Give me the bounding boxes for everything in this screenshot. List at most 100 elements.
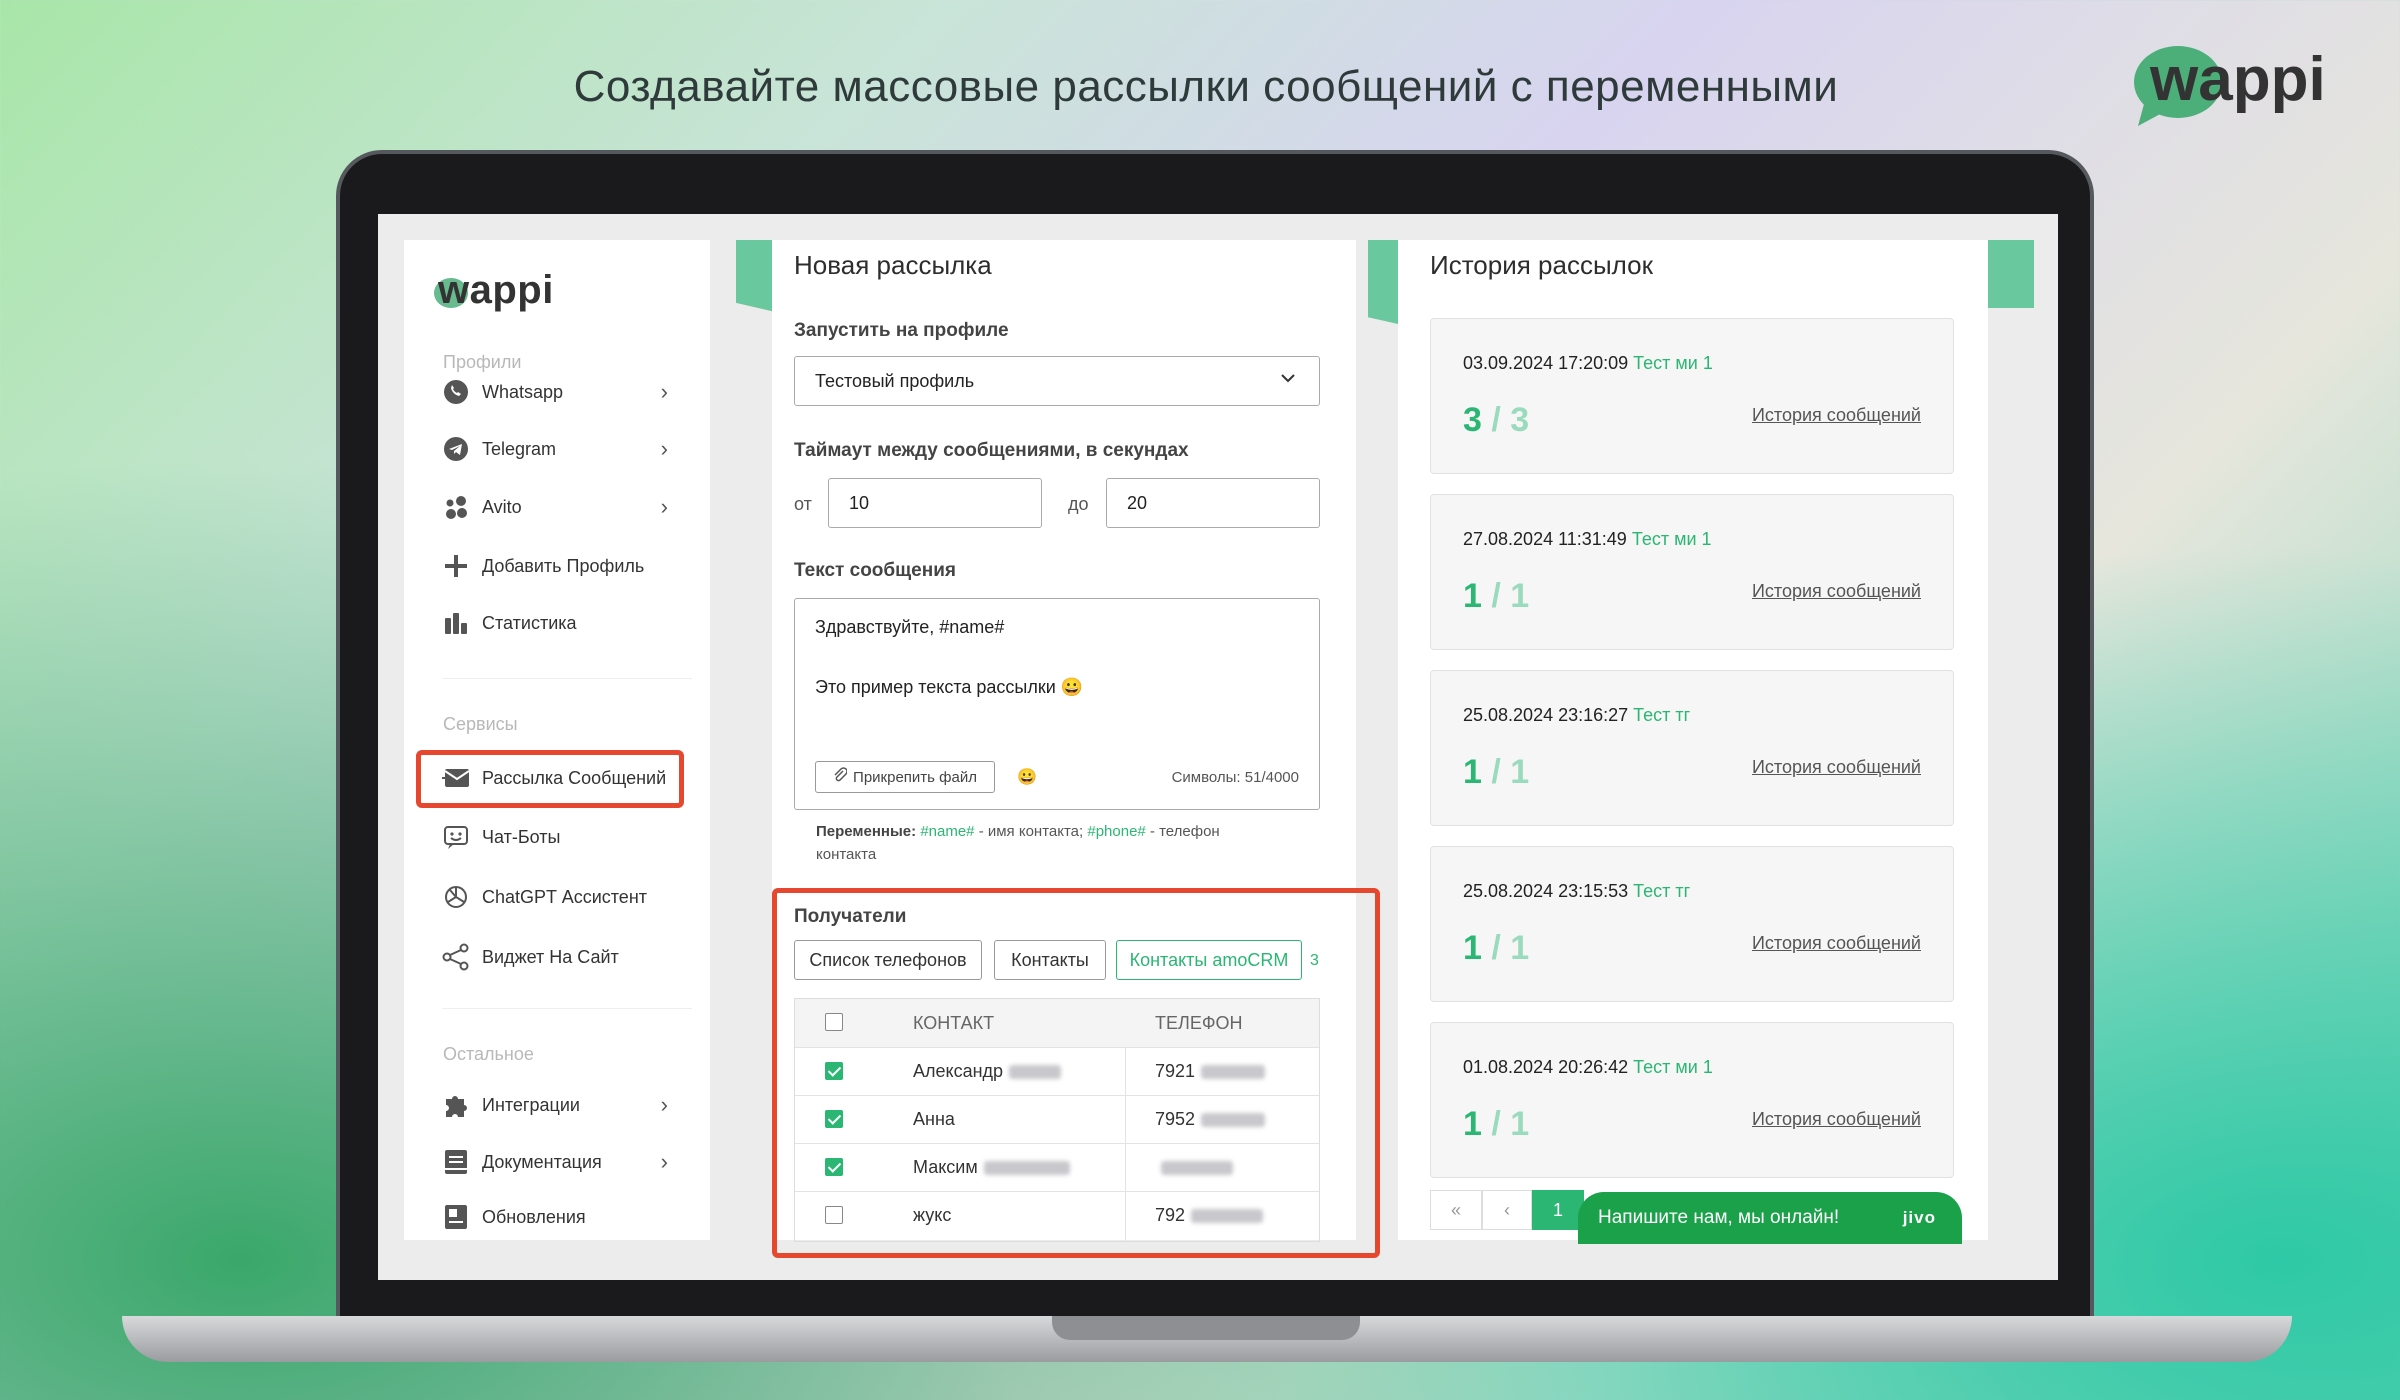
- from-label: от: [794, 494, 812, 514]
- mailing-highlight: [416, 750, 684, 808]
- new-mailing-title: Новая рассылка: [794, 250, 992, 280]
- telegram-icon: [442, 435, 470, 463]
- history-messages-link[interactable]: История сообщений: [1752, 405, 1921, 426]
- divider: [442, 1008, 692, 1009]
- sidebar-item-telegram[interactable]: Telegram ›: [442, 429, 692, 469]
- share-icon: [442, 943, 470, 971]
- variables-note-line2: контакта: [816, 846, 877, 863]
- timeout-to-input[interactable]: 20: [1106, 478, 1320, 528]
- chevron-down-icon: [1279, 369, 1297, 392]
- history-profile[interactable]: Тест тг: [1633, 705, 1690, 725]
- history-date: 03.09.2024 17:20:09 Тест ми 1: [1463, 353, 1713, 373]
- puzzle-icon: [442, 1091, 470, 1119]
- to-label: до: [1068, 494, 1089, 514]
- divider: [442, 678, 692, 679]
- sidebar-item-label: Интеграции: [482, 1094, 580, 1115]
- history-card: 25.08.2024 23:16:27 Тест тг 1 / 1 Истори…: [1430, 670, 1954, 826]
- history-messages-link[interactable]: История сообщений: [1752, 1109, 1921, 1130]
- sidebar-item-label: Документация: [482, 1151, 602, 1172]
- app-logo-text: wappi: [438, 267, 554, 312]
- history-date: 25.08.2024 23:16:27 Тест тг: [1463, 705, 1691, 725]
- sidebar-item-label: Статистика: [482, 612, 577, 633]
- pager-first-button[interactable]: «: [1430, 1190, 1482, 1230]
- timeout-label: Таймаут между сообщениями, в секундах: [794, 440, 1189, 461]
- decor-strip: [1368, 240, 1398, 324]
- history-date: 25.08.2024 23:15:53 Тест тг: [1463, 881, 1691, 901]
- var-phone-desc: - телефон: [1145, 823, 1220, 840]
- sidebar: wappi Профили Whatsapp › Telegram › Avit…: [404, 240, 710, 1240]
- plus-icon: [442, 552, 470, 580]
- book-icon: [442, 1148, 470, 1176]
- history-card: 25.08.2024 23:15:53 Тест тг 1 / 1 Истори…: [1430, 846, 1954, 1002]
- sidebar-item-chatgpt[interactable]: ChatGPT Ассистент: [442, 877, 692, 917]
- sidebar-item-label: Telegram: [482, 438, 557, 459]
- history-profile[interactable]: Тест ми 1: [1632, 529, 1712, 549]
- attach-file-button[interactable]: Прикрепить файл: [815, 761, 995, 793]
- sidebar-item-chatbots[interactable]: Чат-Боты: [442, 817, 692, 857]
- sidebar-item-docs[interactable]: Документация ›: [442, 1142, 692, 1182]
- sidebar-item-label: Добавить Профиль: [482, 555, 645, 576]
- chat-widget-text: Напишите нам, мы онлайн!: [1598, 1207, 1840, 1228]
- updates-icon: [442, 1203, 470, 1231]
- sidebar-item-whatsapp[interactable]: Whatsapp ›: [442, 372, 692, 412]
- history-profile[interactable]: Тест ми 1: [1633, 353, 1713, 373]
- var-name[interactable]: #name#: [920, 823, 974, 840]
- whatsapp-icon: [442, 378, 470, 406]
- sidebar-item-label: Виджет На Сайт: [482, 946, 619, 967]
- chatbot-icon: [442, 823, 470, 851]
- avito-icon: [442, 493, 470, 521]
- history-profile[interactable]: Тест тг: [1633, 881, 1690, 901]
- history-card: 03.09.2024 17:20:09 Тест ми 1 3 / 3 Исто…: [1430, 318, 1954, 474]
- pager-prev-button[interactable]: ‹: [1482, 1190, 1532, 1230]
- paperclip-icon: [833, 767, 848, 787]
- history-messages-link[interactable]: История сообщений: [1752, 933, 1921, 954]
- history-panel: История рассылок 03.09.2024 17:20:09 Тес…: [1398, 240, 1988, 1240]
- message-textarea[interactable]: Здравствуйте, #name# Это пример текста р…: [794, 598, 1320, 810]
- var-phone[interactable]: #phone#: [1087, 823, 1145, 840]
- sidebar-item-statistics[interactable]: Статистика: [442, 603, 692, 643]
- section-profiles: Профили: [443, 352, 522, 372]
- emoji-picker-button[interactable]: 😀: [1017, 767, 1037, 787]
- var-name-desc: - имя контакта;: [974, 823, 1084, 840]
- sidebar-item-label: Обновления: [482, 1206, 586, 1227]
- laptop-notch: [1052, 1316, 1360, 1340]
- decor-strip: [1988, 240, 2034, 308]
- history-card: 27.08.2024 11:31:49 Тест ми 1 1 / 1 Исто…: [1430, 494, 1954, 650]
- history-messages-link[interactable]: История сообщений: [1752, 581, 1921, 602]
- history-profile[interactable]: Тест ми 1: [1633, 1057, 1713, 1077]
- section-services: Сервисы: [443, 714, 518, 734]
- sidebar-item-label: ChatGPT Ассистент: [482, 886, 647, 907]
- message-line-1: Здравствуйте, #name#: [815, 617, 1005, 637]
- attach-file-label: Прикрепить файл: [853, 768, 977, 786]
- history-title: История рассылок: [1430, 250, 1653, 280]
- profile-select-value: Тестовый профиль: [815, 370, 975, 391]
- sidebar-item-widget[interactable]: Виджет На Сайт: [442, 937, 692, 977]
- live-chat-widget[interactable]: Напишите нам, мы онлайн! jivo: [1578, 1192, 1962, 1244]
- history-date: 27.08.2024 11:31:49 Тест ми 1: [1463, 529, 1712, 549]
- chart-icon: [442, 609, 470, 637]
- sidebar-item-label: Avito: [482, 496, 522, 517]
- timeout-from-input[interactable]: 10: [828, 478, 1042, 528]
- section-other: Остальное: [443, 1044, 534, 1064]
- sidebar-item-integrations[interactable]: Интеграции ›: [442, 1085, 692, 1125]
- char-counter: Символы: 51/4000: [1171, 769, 1299, 786]
- pager-page-1[interactable]: 1: [1532, 1190, 1584, 1230]
- profile-select[interactable]: Тестовый профиль: [794, 356, 1320, 406]
- chevron-right-icon: ›: [660, 436, 668, 461]
- headline: Создавайте массовые рассылки сообщений с…: [573, 62, 1839, 111]
- profile-label: Запустить на профиле: [794, 320, 1009, 341]
- app-screen: wappi Профили Whatsapp › Telegram › Avit…: [378, 214, 2058, 1280]
- history-count: 1 / 1: [1463, 577, 1530, 615]
- sidebar-item-updates[interactable]: Обновления: [442, 1197, 692, 1237]
- sidebar-item-label: Чат-Боты: [482, 826, 561, 847]
- history-count: 1 / 1: [1463, 753, 1530, 791]
- chevron-right-icon: ›: [660, 1149, 668, 1174]
- sidebar-item-add-profile[interactable]: Добавить Профиль: [442, 546, 692, 586]
- sidebar-item-avito[interactable]: Avito ›: [442, 487, 692, 527]
- app-logo[interactable]: wappi: [434, 260, 554, 320]
- variables-title: Переменные:: [816, 823, 917, 840]
- history-messages-link[interactable]: История сообщений: [1752, 757, 1921, 778]
- history-count: 1 / 1: [1463, 929, 1530, 967]
- message-text-label: Текст сообщения: [794, 560, 956, 581]
- history-date: 01.08.2024 20:26:42 Тест ми 1: [1463, 1057, 1713, 1077]
